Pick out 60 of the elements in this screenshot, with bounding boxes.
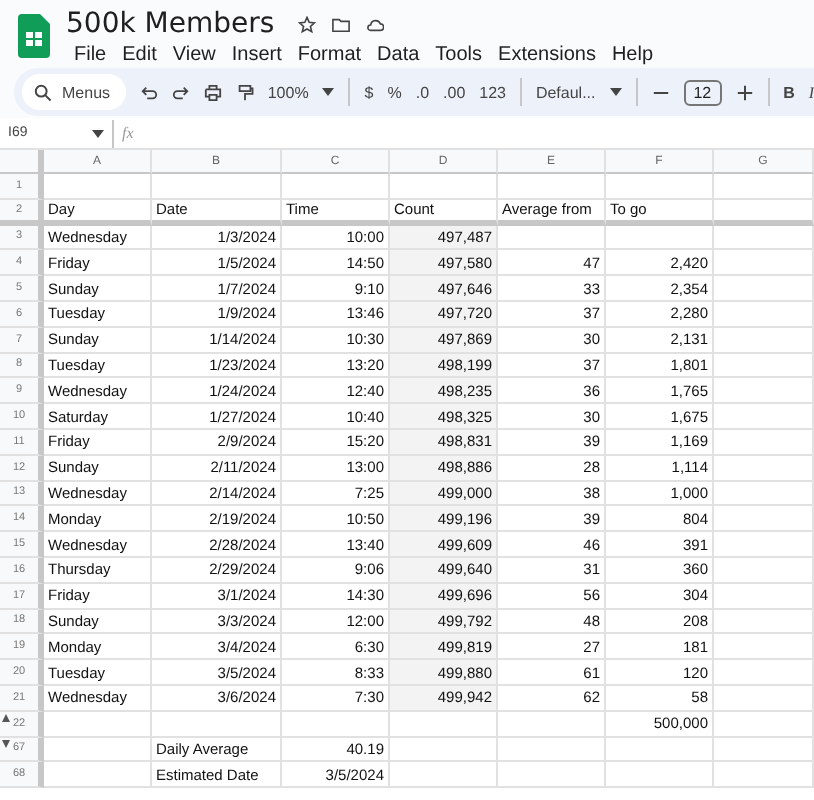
undo-icon[interactable] bbox=[139, 83, 158, 101]
folder-icon[interactable] bbox=[332, 15, 351, 33]
menu-item[interactable]: File bbox=[66, 44, 115, 66]
table-cell bbox=[152, 711, 282, 738]
zoom-select[interactable]: 100% bbox=[267, 83, 309, 101]
paint-format-icon[interactable] bbox=[235, 83, 254, 101]
table-cell bbox=[390, 174, 498, 200]
number-format-button[interactable]: 123 bbox=[479, 83, 506, 101]
percent-button[interactable]: % bbox=[387, 83, 402, 101]
redo-icon[interactable] bbox=[171, 83, 190, 101]
table-cell bbox=[714, 174, 814, 200]
bold-button[interactable]: B bbox=[783, 83, 795, 101]
table-cell bbox=[282, 174, 390, 200]
table-cell bbox=[498, 737, 606, 763]
table-cell bbox=[282, 711, 390, 738]
menu-search-field[interactable]: Menus bbox=[22, 74, 126, 110]
table-cell bbox=[498, 711, 606, 738]
table-cell bbox=[44, 737, 152, 763]
menu-item[interactable]: Format bbox=[289, 44, 370, 66]
table-cell bbox=[44, 711, 152, 738]
currency-button[interactable]: $ bbox=[364, 83, 374, 101]
plus-icon[interactable] bbox=[735, 83, 754, 101]
down-arrow-icon[interactable] bbox=[2, 739, 10, 748]
table-cell bbox=[714, 737, 814, 763]
table-cell bbox=[606, 762, 714, 789]
table-cell bbox=[606, 174, 714, 200]
search-icon bbox=[34, 83, 52, 101]
menu-item[interactable]: Tools bbox=[427, 44, 491, 66]
menu-item[interactable]: Insert bbox=[223, 44, 290, 66]
font-size-field[interactable]: 12 bbox=[683, 79, 722, 105]
table-cell bbox=[390, 762, 498, 789]
font-select[interactable]: Defaul... bbox=[535, 83, 596, 101]
menu-item[interactable]: View bbox=[164, 44, 224, 66]
increase-decimals-button[interactable]: .00 bbox=[443, 83, 466, 101]
table-cell bbox=[390, 737, 498, 763]
menu-item[interactable]: Edit bbox=[114, 44, 165, 66]
cloud-icon[interactable] bbox=[366, 15, 385, 33]
print-icon[interactable] bbox=[203, 83, 222, 101]
table-cell bbox=[44, 762, 152, 789]
caret-icon[interactable] bbox=[92, 129, 104, 137]
italic-button[interactable]: I bbox=[808, 83, 814, 101]
formula-label: fx bbox=[122, 124, 134, 142]
menu-item[interactable]: Extensions bbox=[490, 44, 604, 66]
document-title[interactable]: 500k Members bbox=[66, 8, 275, 40]
table-cell bbox=[498, 762, 606, 789]
caret-icon[interactable] bbox=[609, 88, 622, 96]
up-arrow-icon[interactable] bbox=[2, 713, 10, 722]
caret-icon[interactable] bbox=[322, 88, 335, 96]
menu-item[interactable]: Data bbox=[369, 44, 428, 66]
table-cell bbox=[498, 174, 606, 200]
star-icon[interactable] bbox=[298, 15, 317, 33]
table-cell bbox=[714, 711, 814, 738]
table-cell bbox=[714, 199, 814, 226]
sheets-logo-icon[interactable] bbox=[18, 14, 50, 58]
menu-item[interactable]: Help bbox=[603, 44, 662, 66]
decrease-decimals-button[interactable]: .0 bbox=[415, 83, 430, 101]
table-cell bbox=[390, 711, 498, 738]
table-cell bbox=[152, 174, 282, 200]
table-cell bbox=[606, 737, 714, 763]
table-cell bbox=[44, 174, 152, 200]
